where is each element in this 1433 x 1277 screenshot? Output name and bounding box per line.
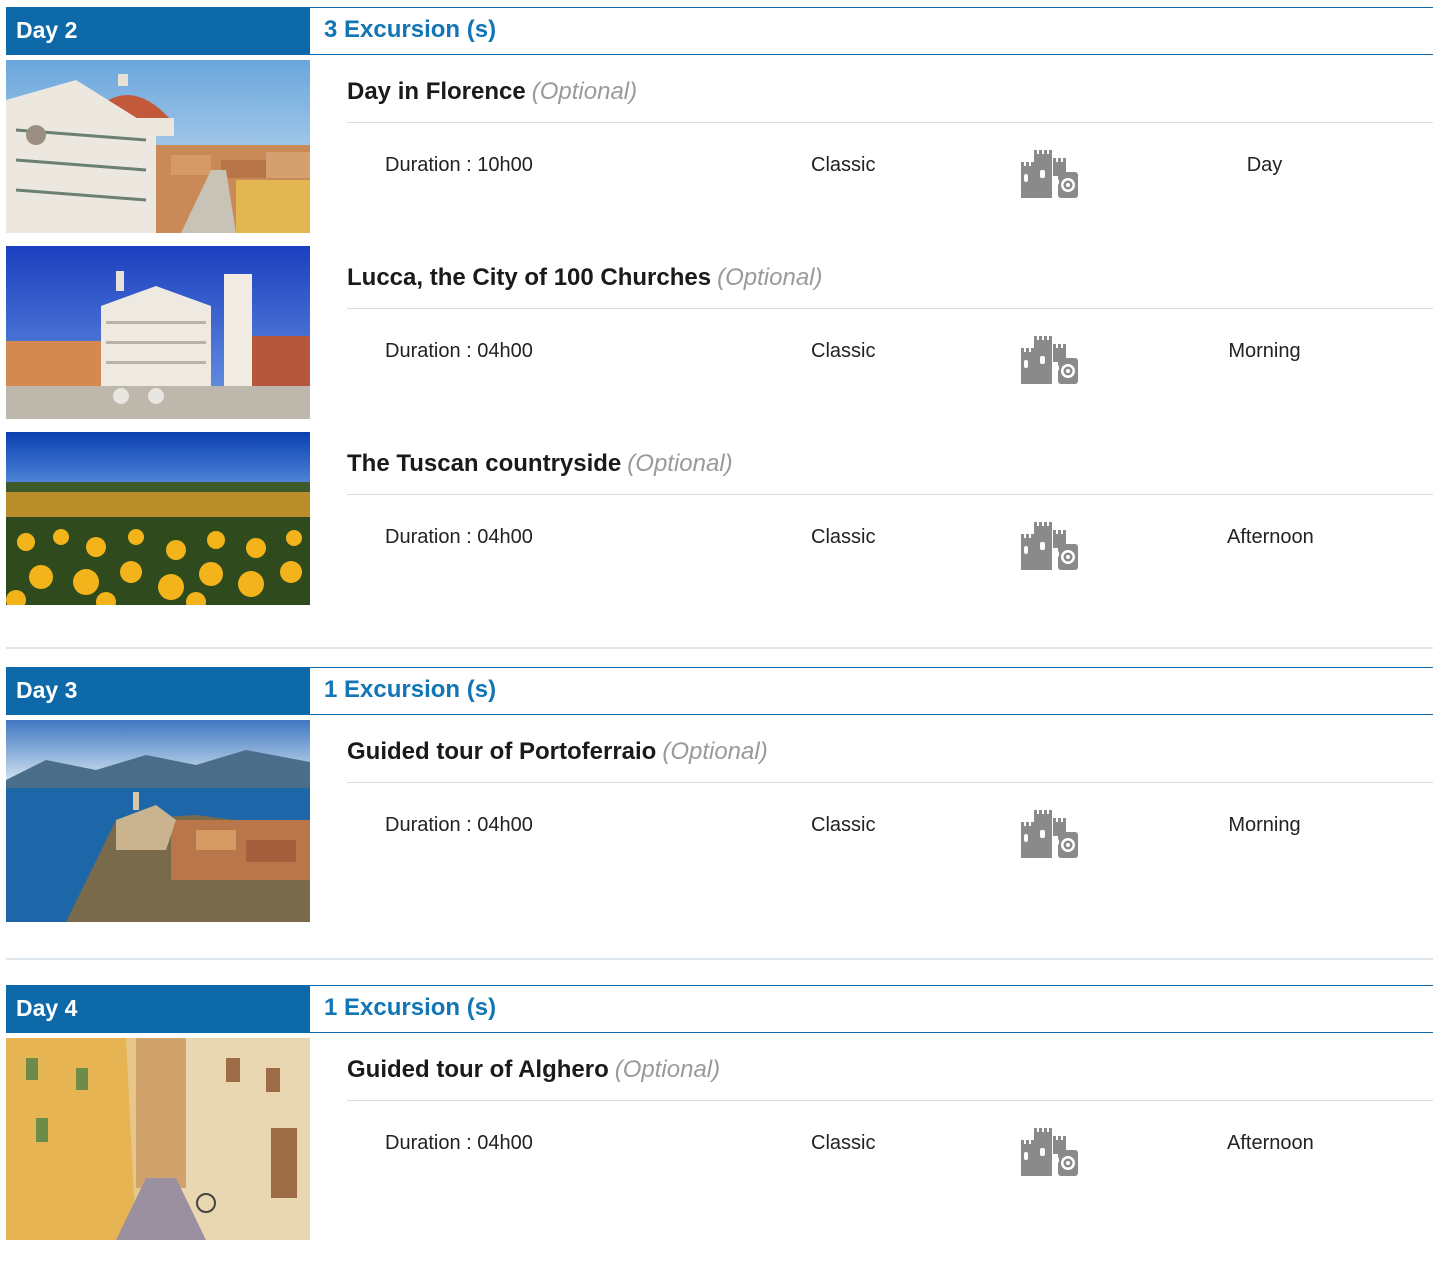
excursion-count: 1 Excursion (s) xyxy=(310,985,1433,1033)
itinerary-list: Day 2 3 Excursion (s) Day in Florence (Op… xyxy=(6,7,1433,1240)
excursion-count: 1 Excursion (s) xyxy=(310,667,1433,715)
day-block: Day 2 3 Excursion (s) Day in Florence (Op… xyxy=(6,7,1433,649)
optional-tag: (Optional) xyxy=(627,450,733,477)
optional-tag: (Optional) xyxy=(531,78,638,105)
excursion-item[interactable]: Lucca, the City of 100 Churches (Optional… xyxy=(6,246,1433,419)
category-text: Classic xyxy=(811,814,876,836)
excursion-title[interactable]: Day in Florence (Optional) xyxy=(347,78,637,105)
excursion-photo[interactable] xyxy=(6,1038,310,1240)
excursion-item[interactable]: Guided tour of Portoferraio (Optional) Du… xyxy=(6,720,1433,960)
excursion-item[interactable]: Guided tour of Alghero (Optional) Duratio… xyxy=(6,1038,1433,1240)
day-block: Day 3 1 Excursion (s) Guided tour of Por… xyxy=(6,667,1433,960)
city-castle-camera-icon xyxy=(1020,148,1078,200)
period-text: Morning xyxy=(1228,814,1301,836)
city-castle-camera-icon xyxy=(1020,520,1078,572)
city-castle-camera-icon xyxy=(1020,808,1078,860)
optional-tag: (Optional) xyxy=(662,738,768,765)
day-header: Day 4 1 Excursion (s) xyxy=(6,985,1433,1033)
excursion-item[interactable]: Day in Florence (Optional) Duration : 10h… xyxy=(6,60,1433,233)
category-text: Classic xyxy=(811,526,876,548)
day-label: Day 2 xyxy=(6,7,310,55)
duration-text: Duration : 04h00 xyxy=(385,526,533,548)
day-header: Day 3 1 Excursion (s) xyxy=(6,667,1433,715)
excursion-item[interactable]: The Tuscan countryside (Optional) Duratio… xyxy=(6,432,1433,649)
period-text: Afternoon xyxy=(1227,526,1314,548)
duration-text: Duration : 04h00 xyxy=(385,1132,533,1154)
excursion-photo[interactable] xyxy=(6,246,310,419)
city-castle-camera-icon xyxy=(1020,1126,1078,1178)
duration-text: Duration : 10h00 xyxy=(385,154,533,176)
excursion-photo[interactable] xyxy=(6,720,310,922)
optional-tag: (Optional) xyxy=(717,264,823,291)
period-text: Day xyxy=(1246,154,1283,176)
excursion-photo[interactable] xyxy=(6,432,310,605)
day-block: Day 4 1 Excursion (s) Guided tour of Alg… xyxy=(6,985,1433,1240)
optional-tag: (Optional) xyxy=(614,1056,721,1083)
excursion-title[interactable]: Guided tour of Portoferraio (Optional) xyxy=(347,738,768,765)
category-text: Classic xyxy=(811,1132,876,1154)
day-header: Day 2 3 Excursion (s) xyxy=(6,7,1433,55)
excursion-count: 3 Excursion (s) xyxy=(310,7,1433,55)
day-label: Day 4 xyxy=(6,985,310,1033)
period-text: Afternoon xyxy=(1227,1132,1314,1154)
city-castle-camera-icon xyxy=(1020,334,1078,386)
category-text: Classic xyxy=(811,340,876,362)
duration-text: Duration : 04h00 xyxy=(385,814,533,836)
excursion-title[interactable]: Guided tour of Alghero (Optional) xyxy=(347,1056,720,1083)
excursion-title[interactable]: Lucca, the City of 100 Churches (Optional… xyxy=(347,264,822,291)
day-separator xyxy=(6,958,1433,960)
day-separator xyxy=(6,647,1433,649)
day-label: Day 3 xyxy=(6,667,310,715)
period-text: Morning xyxy=(1228,340,1301,362)
duration-text: Duration : 04h00 xyxy=(385,340,533,362)
excursion-photo[interactable] xyxy=(6,60,310,233)
excursion-title[interactable]: The Tuscan countryside (Optional) xyxy=(347,450,733,477)
category-text: Classic xyxy=(811,154,876,176)
